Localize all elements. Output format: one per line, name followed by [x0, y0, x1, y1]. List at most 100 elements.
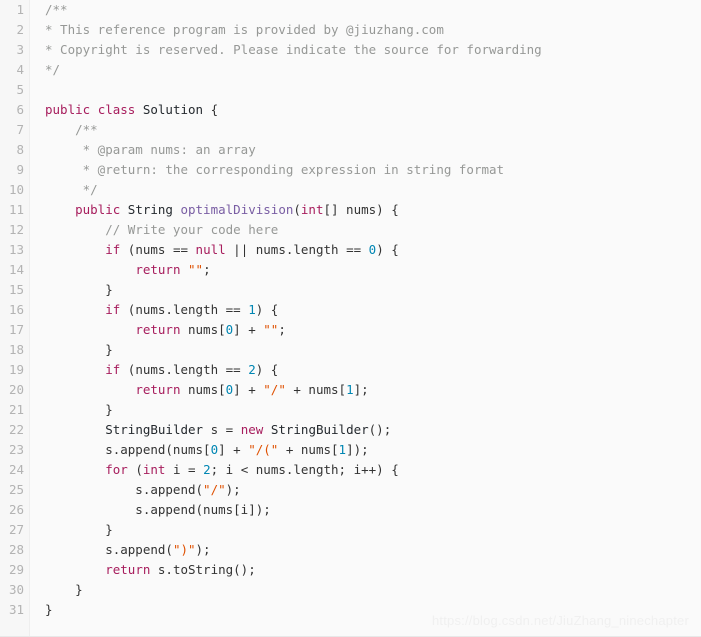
line-number: 18 [8, 342, 24, 357]
code-line[interactable]: } [45, 280, 701, 300]
code-line[interactable]: if (nums == null || nums.length == 0) { [45, 240, 701, 260]
code-token-num: 2 [203, 462, 211, 477]
line-number-gutter: 1 2 3 4 5 6 7 8 9 10 11 12 13 14 15 16 17 18 19 20 21 22 23 24 2… [0, 0, 30, 636]
code-token-type: String [127, 202, 173, 217]
code-token-kw: class [97, 102, 136, 117]
code-line[interactable]: } [45, 340, 701, 360]
code-token-cmt: */ [45, 182, 98, 197]
code-line[interactable]: return ""; [45, 260, 701, 280]
line-number: 24 [8, 462, 24, 477]
code-token-cmt: * @param nums: an array [45, 142, 256, 157]
line-number: 30 [8, 582, 24, 597]
code-token-pl: s = [203, 422, 241, 437]
code-line[interactable]: return nums[0] + ""; [45, 320, 701, 340]
line-number: 29 [8, 562, 24, 577]
code-token-pl: ; i < nums.length; i++) { [210, 462, 399, 477]
code-line[interactable]: } [45, 400, 701, 420]
code-line[interactable]: * @return: the corresponding expression … [45, 160, 701, 180]
code-line[interactable]: */ [45, 60, 701, 80]
code-token-pl: ) { [255, 362, 279, 377]
code-line[interactable]: StringBuilder s = new StringBuilder(); [45, 420, 701, 440]
code-line[interactable]: * This reference program is provided by … [45, 20, 701, 40]
line-number: 19 [8, 362, 24, 377]
code-line[interactable]: s.append("/"); [45, 480, 701, 500]
line-number: 26 [8, 502, 24, 517]
code-token-str: "/" [263, 382, 286, 397]
code-line[interactable]: } [45, 520, 701, 540]
line-number: 16 [8, 302, 24, 317]
code-token-kw: if [105, 302, 121, 317]
line-number: 23 [8, 442, 24, 457]
code-line[interactable]: public class Solution { [45, 100, 701, 120]
code-token-kw: int [300, 202, 324, 217]
code-line[interactable]: /** [45, 0, 701, 20]
code-token-pl: s.append(nums[ [45, 442, 211, 457]
code-token-num: 0 [210, 442, 219, 457]
code-token-pl: ) { [376, 242, 399, 257]
code-token-pl: (nums == [120, 242, 196, 257]
code-token-pl: i = [165, 462, 204, 477]
code-token-pl: ] + [233, 322, 264, 337]
code-token-pl: ] + [218, 442, 249, 457]
code-line[interactable]: * Copyright is reserved. Please indicate… [45, 40, 701, 60]
line-number: 5 [16, 82, 24, 97]
code-token-pl: + nums[ [285, 382, 347, 397]
code-token-pl: s.toString(); [150, 562, 256, 577]
code-token-kw: return [135, 322, 181, 337]
code-token-pl: || nums.length == [225, 242, 369, 257]
code-token-pl: } [45, 342, 113, 357]
code-line[interactable]: return nums[0] + "/" + nums[1]; [45, 380, 701, 400]
code-token-pl: s.append(nums[i]); [45, 502, 271, 517]
code-token-pl: nums[ [180, 322, 226, 337]
code-token-kw: return [135, 262, 181, 277]
code-token-pl: (nums.length == [120, 362, 249, 377]
code-token-cmt: /** [45, 2, 68, 17]
code-token-str: "" [263, 322, 279, 337]
code-line[interactable]: if (nums.length == 2) { [45, 360, 701, 380]
line-number: 12 [8, 222, 24, 237]
line-number: 15 [8, 282, 24, 297]
code-content-area[interactable]: /** * This reference program is provided … [31, 0, 701, 636]
code-line[interactable]: for (int i = 2; i < nums.length; i++) { [45, 460, 701, 480]
line-number: 1 [16, 2, 24, 17]
code-token-cmt: * Copyright is reserved. Please indicate… [45, 42, 542, 57]
code-token-pl: [] nums) { [323, 202, 399, 217]
code-token-kw: null [195, 242, 226, 257]
line-number: 13 [8, 242, 24, 257]
code-token-type: Solution [142, 102, 204, 117]
code-line[interactable]: return s.toString(); [45, 560, 701, 580]
code-line[interactable]: * @param nums: an array [45, 140, 701, 160]
code-line[interactable]: if (nums.length == 1) { [45, 300, 701, 320]
code-line[interactable] [45, 80, 701, 100]
code-viewer[interactable]: 1 2 3 4 5 6 7 8 9 10 11 12 13 14 15 16 17 18 19 20 21 22 23 24 2… [0, 0, 701, 637]
code-token-kw: return [105, 562, 151, 577]
code-token-cmt: * @return: the corresponding expression … [45, 162, 505, 177]
line-number: 9 [16, 162, 24, 177]
code-token-kw: int [142, 462, 166, 477]
code-line[interactable]: } [45, 580, 701, 600]
code-line[interactable]: s.append(nums[i]); [45, 500, 701, 520]
code-token-kw: public [75, 202, 121, 217]
code-line[interactable]: public String optimalDivision(int[] nums… [45, 200, 701, 220]
line-number: 8 [16, 142, 24, 157]
code-token-pl: + nums[ [278, 442, 339, 457]
code-token-pl: ( [293, 202, 301, 217]
code-line[interactable]: */ [45, 180, 701, 200]
code-line[interactable]: // Write your code here [45, 220, 701, 240]
line-number: 17 [8, 322, 24, 337]
watermark-text: https://blog.csdn.net/JiuZhang_ninechapt… [431, 613, 689, 628]
code-token-pl: ; [203, 262, 211, 277]
code-line[interactable]: s.append(nums[0] + "/(" + nums[1]); [45, 440, 701, 460]
code-line[interactable]: /** [45, 120, 701, 140]
code-line[interactable]: s.append(")"); [45, 540, 701, 560]
code-token-pl: nums[ [180, 382, 226, 397]
